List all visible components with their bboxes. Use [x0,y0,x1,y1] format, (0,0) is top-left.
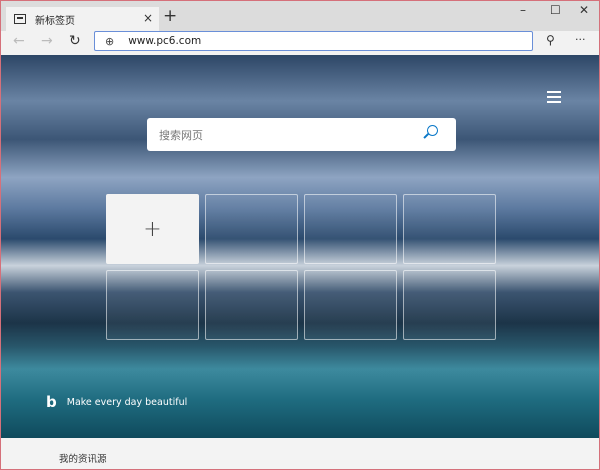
forward-button[interactable]: → [41,33,53,49]
globe-icon: ⊕ [105,34,115,48]
profile-button[interactable]: ⚲ [546,33,555,47]
back-button[interactable]: ← [13,33,25,49]
bing-image-info[interactable]: b Make every day beautiful [46,393,187,411]
search-icon[interactable] [427,125,438,136]
quick-link-slot[interactable] [304,270,397,340]
tab-new-tab[interactable]: 新标签页 × [6,7,159,31]
quick-link-slot[interactable] [205,270,298,340]
add-site-button[interactable]: + [106,194,199,264]
my-feed-link[interactable]: 我的资讯源 [59,451,107,465]
navigation-bar: ← → ↻ ⊕ www.pc6.com ⚲ ··· [1,31,599,55]
quick-link-slot[interactable] [403,270,496,340]
refresh-button[interactable]: ↻ [69,33,81,49]
quick-link-slot[interactable] [403,194,496,264]
url-text[interactable]: www.pc6.com [128,35,201,47]
close-window-button[interactable]: ✕ [579,3,589,17]
quick-links-grid: + [106,194,496,340]
address-bar[interactable]: ⊕ www.pc6.com [94,31,533,51]
bing-tagline[interactable]: Make every day beautiful [67,397,188,408]
tab-close-button[interactable]: × [143,11,153,25]
tab-title: 新标签页 [35,15,75,27]
new-tab-background: 搜索网页 + b Make every day beautiful [1,55,599,438]
tab-page-icon [14,14,26,24]
search-box[interactable]: 搜索网页 [147,118,456,151]
quick-link-slot[interactable] [205,194,298,264]
quick-link-slot[interactable] [304,194,397,264]
minimize-button[interactable]: – [520,3,526,17]
new-tab-button[interactable]: + [163,6,177,26]
maximize-button[interactable]: ☐ [550,3,561,17]
tab-bar: 新标签页 × + – ☐ ✕ [1,1,599,31]
browser-window: 新标签页 × + – ☐ ✕ ← → ↻ ⊕ www.pc6.com ⚲ ···… [0,0,600,470]
more-menu-button[interactable]: ··· [575,33,586,46]
quick-link-slot[interactable] [106,270,199,340]
search-input[interactable]: 搜索网页 [159,127,203,143]
hamburger-menu-icon[interactable] [547,91,561,106]
bing-logo-icon: b [46,393,57,411]
